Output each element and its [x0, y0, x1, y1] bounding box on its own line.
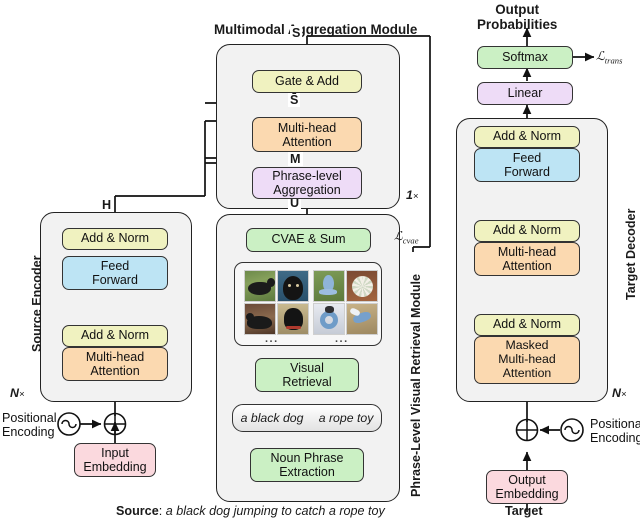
- source-caption: Source: a black dog jumping to catch a r…: [116, 504, 385, 518]
- noun-phrase-1: a rope toy: [318, 411, 374, 425]
- target-caption: Target: [505, 504, 543, 518]
- plus-circle-target: [515, 418, 539, 442]
- sine-icon-source: [57, 412, 81, 436]
- linear[interactable]: Linear: [477, 82, 573, 105]
- input-embedding[interactable]: Input Embedding: [74, 443, 156, 477]
- output-probabilities-title: Output Probabilities: [477, 2, 558, 33]
- retrieved-images-grid: ... ...: [234, 262, 382, 346]
- target-decoder-label: Target Decoder: [624, 208, 638, 300]
- source-multi-head-attention[interactable]: Multi-head Attention: [62, 347, 168, 381]
- cvae-and-sum[interactable]: CVAE & Sum: [246, 228, 371, 252]
- source-add-norm-2[interactable]: Add & Norm: [62, 228, 168, 250]
- aggregation-multi-head-attention[interactable]: Multi-head Attention: [252, 117, 362, 152]
- noun-phrase-extraction[interactable]: Noun Phrase Extraction: [250, 448, 364, 482]
- decoder-multi-head-attention[interactable]: Multi-head Attention: [474, 242, 580, 276]
- decoder-add-norm-2[interactable]: Add & Norm: [474, 220, 580, 242]
- thumb-white-rope-ball: [346, 270, 378, 302]
- retrieval-module-label: Phrase-Level Visual Retrieval Module: [409, 273, 423, 497]
- plus-circle-source: [103, 412, 127, 436]
- thumb-blue-rope-ring: [313, 303, 345, 335]
- noun-phrase-list: a black dog a rope toy: [232, 404, 382, 432]
- source-feed-forward[interactable]: Feed Forward: [62, 256, 168, 290]
- visual-retrieval[interactable]: Visual Retrieval: [255, 358, 359, 392]
- retrieved-images-ellipsis-right: ...: [335, 333, 349, 345]
- decoder-add-norm-1[interactable]: Add & Norm: [474, 314, 580, 336]
- var-M: M: [288, 152, 303, 166]
- gate-and-add[interactable]: Gate & Add: [252, 70, 362, 93]
- noun-phrase-0: a black dog: [240, 411, 304, 425]
- phrase-level-aggregation[interactable]: Phrase-level Aggregation: [252, 167, 362, 199]
- var-S-bar: S̄: [288, 93, 301, 107]
- decoder-add-norm-3[interactable]: Add & Norm: [474, 126, 580, 148]
- var-H: H: [100, 198, 114, 212]
- cvae-loss-label: ℒcvae: [394, 229, 419, 246]
- thumb-black-dog-closeup: [277, 270, 309, 302]
- source-caption-prefix: Source: [116, 504, 159, 518]
- softmax[interactable]: Softmax: [477, 46, 573, 69]
- trans-loss-label: ℒtrans: [596, 49, 623, 66]
- source-caption-text: a black dog jumping to catch a rope toy: [165, 504, 385, 518]
- sine-icon-target: [560, 418, 584, 442]
- decoder-feed-forward[interactable]: Feed Forward: [474, 148, 580, 182]
- aggregation-module-repeat: 1×: [406, 188, 419, 202]
- source-add-norm-1[interactable]: Add & Norm: [62, 325, 168, 347]
- source-encoder-repeat: N×: [10, 386, 25, 400]
- retrieved-images-ellipsis-left: ...: [265, 333, 279, 345]
- target-positional-encoding-label: Positional Encoding: [590, 417, 640, 446]
- decoder-masked-multi-head-attention[interactable]: Masked Multi-head Attention: [474, 336, 580, 384]
- figure-canvas: Multimodal Aggregation Module Output Prob…: [0, 0, 640, 522]
- target-decoder-repeat: N×: [612, 386, 627, 400]
- source-positional-encoding-label: Positional Encoding: [2, 411, 57, 440]
- thumb-black-dog-portrait: [277, 303, 309, 335]
- thumb-blue-rope-knot: [346, 303, 378, 335]
- source-encoder-label: Source Encoder: [30, 255, 44, 352]
- thumb-blue-rope-toy-grass: [313, 270, 345, 302]
- aggregation-module-title: Multimodal Aggregation Module: [214, 22, 418, 37]
- thumb-black-dog-lying: [244, 303, 276, 335]
- var-S: S: [290, 26, 303, 40]
- thumb-black-dog-grass: [244, 270, 276, 302]
- output-embedding[interactable]: Output Embedding: [486, 470, 568, 504]
